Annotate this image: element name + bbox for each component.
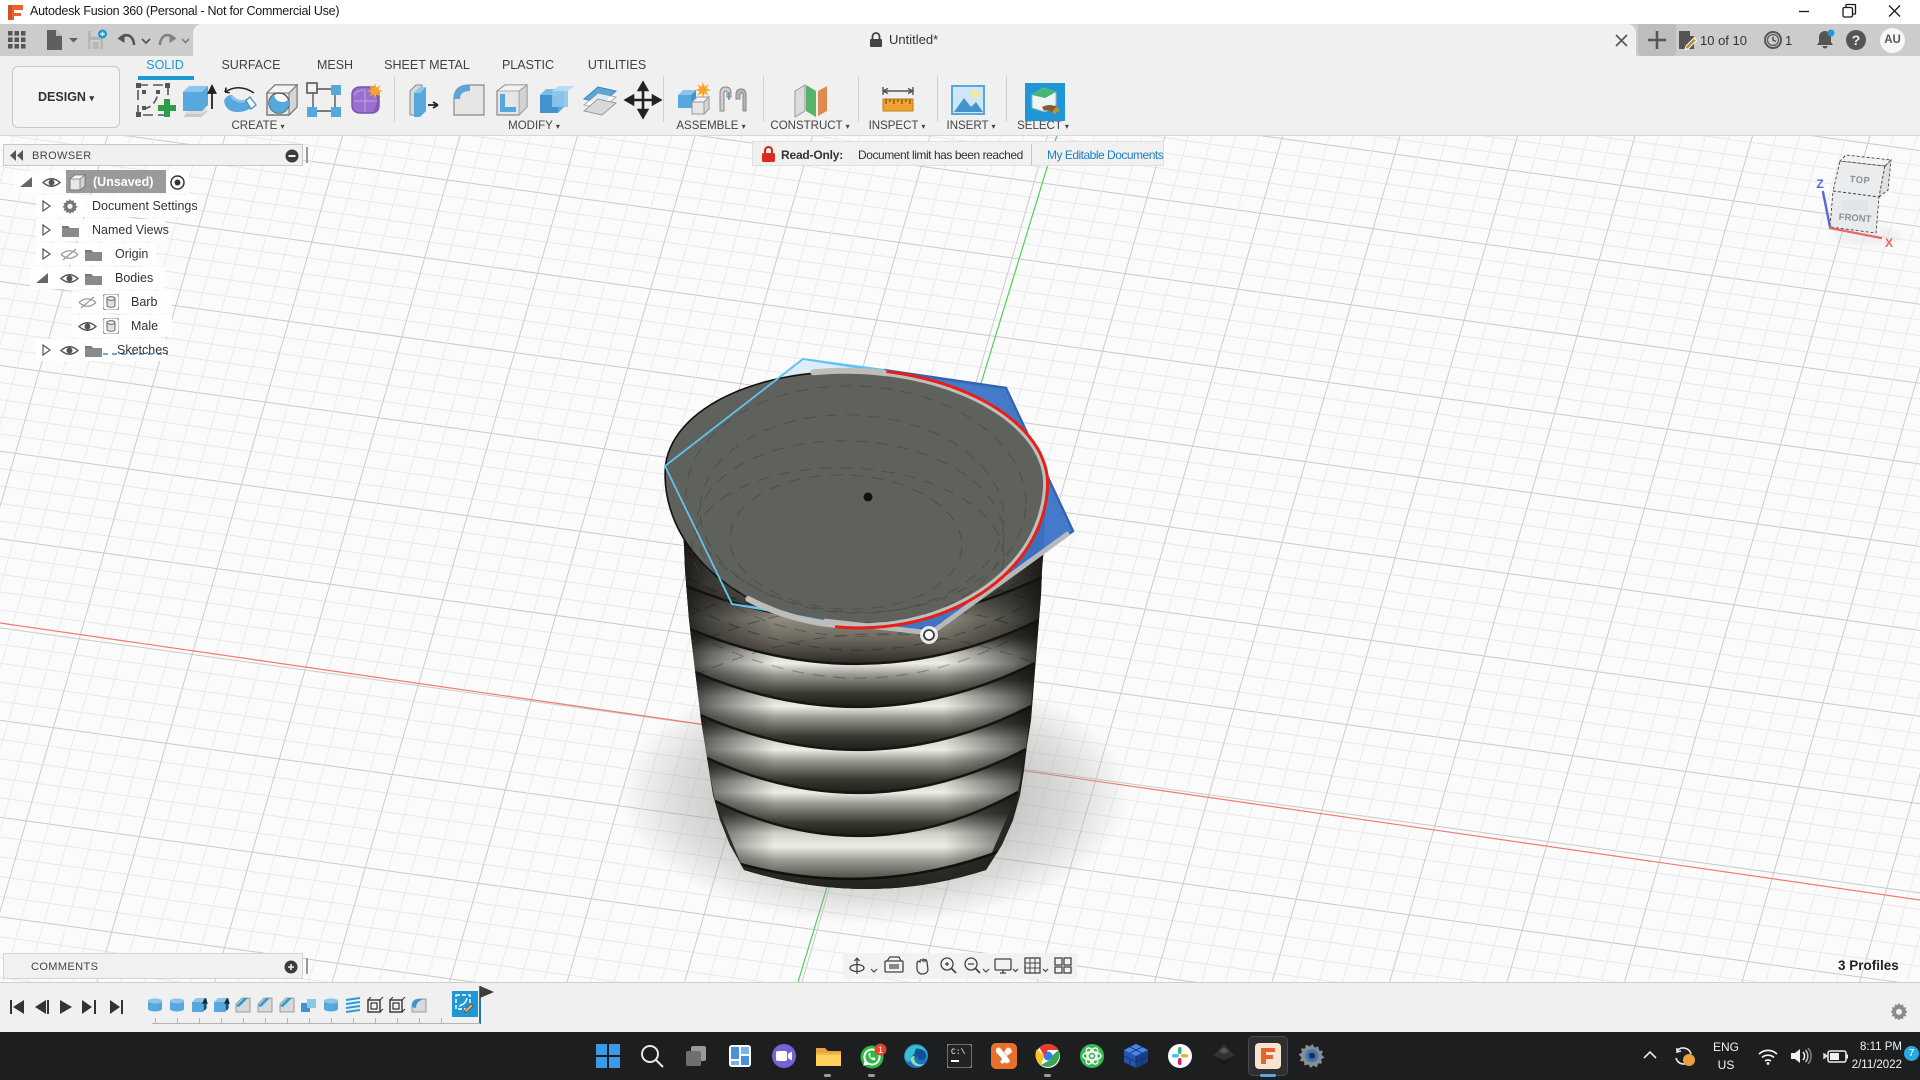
svg-text:TOP: TOP bbox=[1849, 174, 1871, 187]
svg-text:FRONT: FRONT bbox=[1838, 212, 1872, 225]
svg-text:Z: Z bbox=[1816, 177, 1823, 191]
svg-text:C:\: C:\ bbox=[951, 1048, 966, 1057]
svg-text:1: 1 bbox=[878, 1045, 883, 1055]
svg-text:?: ? bbox=[1852, 32, 1861, 48]
svg-text:X: X bbox=[1885, 236, 1893, 250]
